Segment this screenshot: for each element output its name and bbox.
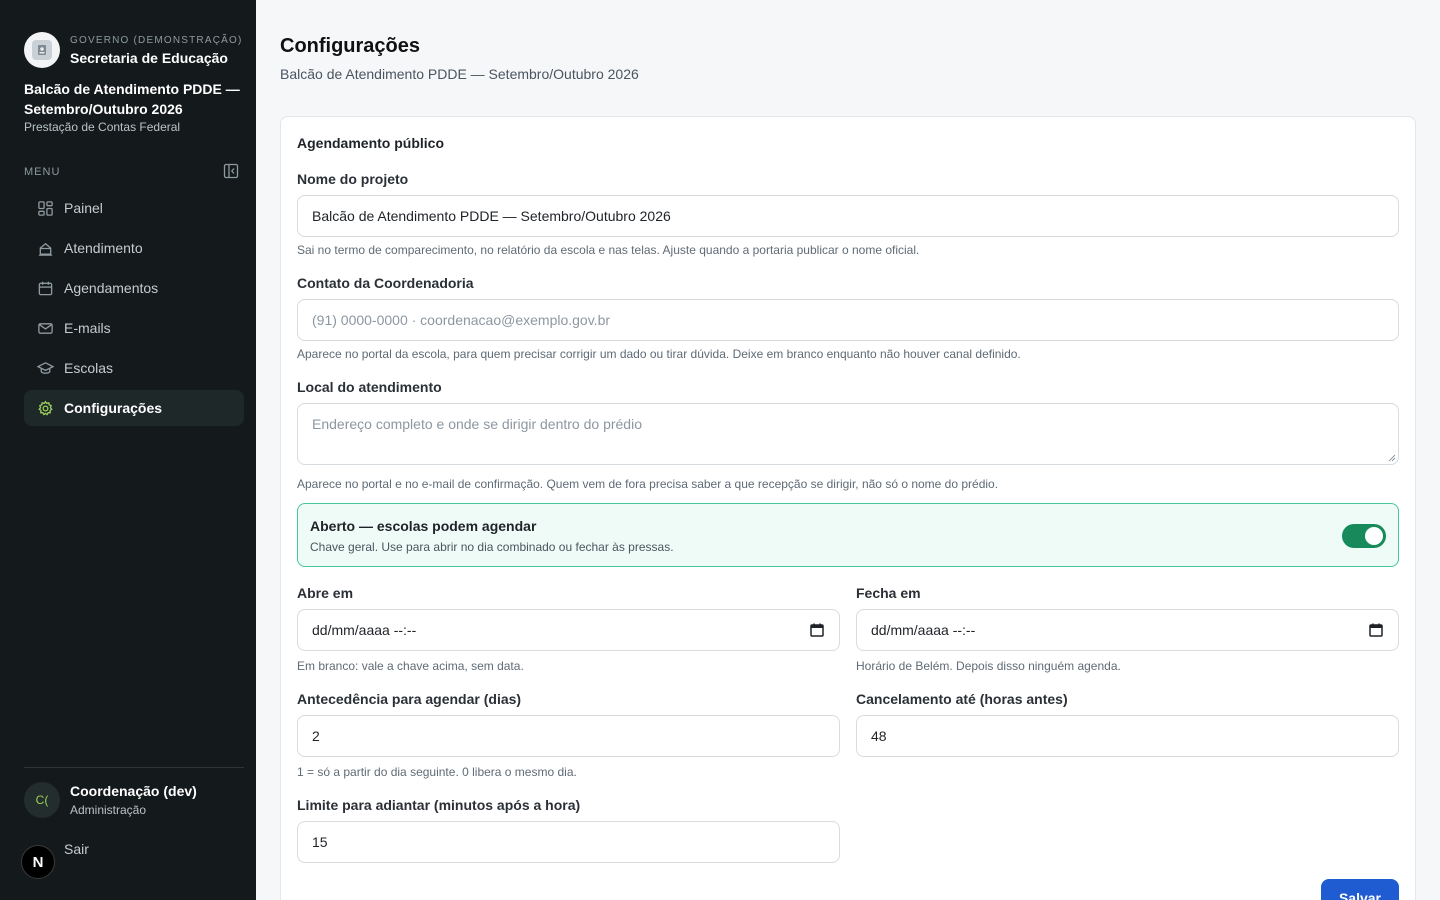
sidebar-item-painel[interactable]: Painel xyxy=(24,190,244,226)
resize-grip-icon[interactable] xyxy=(1388,454,1396,462)
dev-tools-badge[interactable]: N xyxy=(21,845,55,879)
cancel-hours-value: 48 xyxy=(871,728,887,744)
advance-days-help: 1 = só a partir do dia seguinte. 0 liber… xyxy=(297,765,577,779)
location-label: Local do atendimento xyxy=(297,379,442,395)
open-toggle-panel: Aberto — escolas podem agendar Chave ger… xyxy=(297,503,1399,567)
brand: GOVERNO (DEMONSTRAÇÃO) Secretaria de Edu… xyxy=(24,32,243,68)
sidebar-item-label: Atendimento xyxy=(64,240,143,256)
save-button[interactable]: Salvar xyxy=(1321,879,1399,900)
project-name-value: Balcão de Atendimento PDDE — Setembro/Ou… xyxy=(312,208,671,224)
advance-days-label: Antecedência para agendar (dias) xyxy=(297,691,522,707)
closes-at-label: Fecha em xyxy=(856,585,921,601)
project-subtitle: Prestação de Contas Federal xyxy=(24,120,181,134)
government-label: GOVERNO (DEMONSTRAÇÃO) xyxy=(70,34,243,46)
contact-input[interactable]: (91) 0000-0000 · coordenacao@exemplo.gov… xyxy=(297,299,1399,341)
closes-at-help: Horário de Belém. Depois disso ninguém a… xyxy=(856,659,1121,673)
sidebar-nav: Painel Atendimento Agendamentos E-mails … xyxy=(24,190,244,430)
sidebar-item-label: Painel xyxy=(64,200,103,216)
open-toggle-description: Chave geral. Use para abrir no dia combi… xyxy=(310,540,674,554)
desk-icon xyxy=(36,239,54,257)
sidebar-item-agendamentos[interactable]: Agendamentos xyxy=(24,270,244,306)
contact-placeholder: (91) 0000-0000 · coordenacao@exemplo.gov… xyxy=(312,312,611,328)
sidebar-item-label: E-mails xyxy=(64,320,111,336)
calendar-picker-icon[interactable] xyxy=(809,622,825,638)
sidebar-item-atendimento[interactable]: Atendimento xyxy=(24,230,244,266)
advance-days-value: 2 xyxy=(312,728,320,744)
sidebar-item-label: Escolas xyxy=(64,360,114,376)
open-toggle-switch[interactable] xyxy=(1342,524,1386,548)
mail-icon xyxy=(36,319,54,337)
toggle-knob xyxy=(1365,527,1383,545)
contact-help: Aparece no portal da escola, para quem p… xyxy=(297,347,1021,361)
save-button-label: Salvar xyxy=(1338,890,1382,900)
user-name: Coordenação (dev) xyxy=(70,783,197,799)
collapse-sidebar-icon[interactable] xyxy=(222,163,240,179)
open-toggle-title: Aberto — escolas podem agendar xyxy=(310,518,537,534)
user-role: Administração xyxy=(70,803,147,817)
closes-at-value: dd/mm/aaaa --:-- xyxy=(871,622,976,638)
page-title: Configurações xyxy=(280,35,421,57)
opens-at-label: Abre em xyxy=(297,585,354,601)
department-name: Secretaria de Educação xyxy=(70,49,228,66)
project-title: Balcão de Atendimento PDDE — Setembro/Ou… xyxy=(24,81,240,117)
location-help: Aparece no portal e no e-mail de confirm… xyxy=(297,477,999,491)
project-name-help: Sai no termo de comparecimento, no relat… xyxy=(297,243,920,257)
avatar: C( xyxy=(24,782,60,818)
user-profile[interactable]: C( Coordenação (dev) Administração xyxy=(24,782,197,818)
sidebar-item-label: Agendamentos xyxy=(64,280,159,296)
location-textarea[interactable]: Endereço completo e onde se dirigir dent… xyxy=(297,403,1399,465)
gear-icon xyxy=(36,399,54,417)
section-title: Agendamento público xyxy=(297,135,444,151)
advance-days-input[interactable]: 2 xyxy=(297,715,840,757)
sidebar-item-emails[interactable]: E-mails xyxy=(24,310,244,346)
closes-at-input[interactable]: dd/mm/aaaa --:-- xyxy=(856,609,1399,651)
location-placeholder: Endereço completo e onde se dirigir dent… xyxy=(312,416,642,432)
logout-link[interactable]: Sair xyxy=(64,841,89,857)
calendar-picker-icon[interactable] xyxy=(1368,622,1384,638)
early-limit-value: 15 xyxy=(312,834,328,850)
opens-at-input[interactable]: dd/mm/aaaa --:-- xyxy=(297,609,840,651)
graduation-cap-icon xyxy=(36,359,54,377)
calendar-icon xyxy=(36,279,54,297)
opens-at-value: dd/mm/aaaa --:-- xyxy=(312,622,417,638)
contact-label: Contato da Coordenadoria xyxy=(297,275,474,291)
sidebar-item-escolas[interactable]: Escolas xyxy=(24,350,244,386)
menu-label: MENU xyxy=(24,166,61,178)
sidebar-item-configuracoes[interactable]: Configurações xyxy=(24,390,244,426)
opens-at-help: Em branco: vale a chave acima, sem data. xyxy=(297,659,524,673)
early-limit-input[interactable]: 15 xyxy=(297,821,840,863)
sidebar: GOVERNO (DEMONSTRAÇÃO) Secretaria de Edu… xyxy=(0,0,256,900)
sidebar-item-label: Configurações xyxy=(64,400,163,416)
page-subtitle: Balcão de Atendimento PDDE — Setembro/Ou… xyxy=(280,66,639,82)
cancel-hours-label: Cancelamento até (horas antes) xyxy=(856,691,1068,707)
early-limit-label: Limite para adiantar (minutos após a hor… xyxy=(297,797,581,813)
government-seal-icon xyxy=(24,32,60,68)
dashboard-icon xyxy=(36,199,54,217)
project-name-label: Nome do projeto xyxy=(297,171,409,187)
sidebar-divider xyxy=(24,767,244,768)
cancel-hours-input[interactable]: 48 xyxy=(856,715,1399,757)
project-name-input[interactable]: Balcão de Atendimento PDDE — Setembro/Ou… xyxy=(297,195,1399,237)
